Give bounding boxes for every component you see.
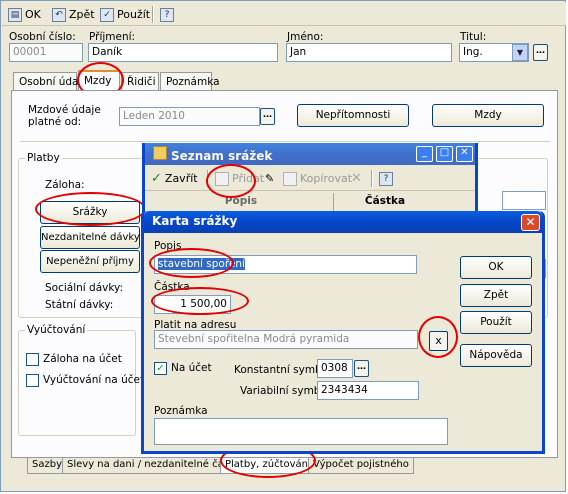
minimize-icon[interactable]: _ <box>416 146 433 162</box>
surname-field[interactable]: Daník <box>88 43 278 62</box>
state-benefits-label: Státní dávky: <box>45 299 114 311</box>
payments-group-label: Platby <box>25 152 62 164</box>
note-label: Poznámka <box>154 405 208 417</box>
note-textarea[interactable] <box>154 418 448 445</box>
period-field[interactable]: Leden 2010 <box>119 107 260 126</box>
toolbar-separator <box>152 6 154 23</box>
tab-payments-settlement[interactable]: Platby, zúčtování <box>220 458 316 474</box>
edit-deduction-button[interactable]: ✎ <box>265 170 274 187</box>
close-list-button[interactable]: ✓ Zavřít <box>151 170 198 187</box>
app-icon <box>153 146 167 160</box>
description-label: Popis <box>154 240 182 252</box>
firstname-label: Jméno: <box>287 31 324 43</box>
tab-wages[interactable]: Mzdy <box>78 70 120 91</box>
copy-icon <box>283 171 297 186</box>
social-benefits-label: Sociální dávky: <box>45 282 124 294</box>
constant-symbol-field[interactable]: 0308 <box>317 359 353 378</box>
main-toolbar: ▤ OK ↶ Zpět ✓ Použít ? <box>2 2 566 26</box>
personal-number-field[interactable]: 00001 <box>9 43 83 62</box>
to-account-checkbox[interactable]: ✓ <box>154 362 167 375</box>
add-deduction-label: Přidat <box>232 172 265 185</box>
help-icon: ? <box>379 171 393 186</box>
list-help-button[interactable]: ? <box>379 170 393 187</box>
advance-to-account-checkbox[interactable] <box>26 353 39 366</box>
period-picker-button[interactable]: … <box>260 108 275 125</box>
close-icon[interactable]: ✕ <box>456 146 473 162</box>
settlement-group: Vyúčtování Záloha na účet Vyúčtování na … <box>18 324 144 436</box>
deduction-card-title: Karta srážky <box>152 214 238 228</box>
title-more-button[interactable]: … <box>533 44 548 61</box>
undo-icon: ↶ <box>52 7 66 22</box>
address-field[interactable]: Stevební spořitelna Modrá pyramida <box>154 330 418 349</box>
save-icon: ▤ <box>8 7 22 22</box>
divider <box>20 141 550 142</box>
tab-drivers[interactable]: Řidiči <box>121 72 159 91</box>
help-button[interactable]: Nápověda <box>460 344 532 367</box>
maximize-icon[interactable]: □ <box>436 146 453 162</box>
wages-button[interactable]: Mzdy <box>432 104 544 127</box>
apply-icon: ✓ <box>100 7 114 22</box>
to-account-label: Na účet <box>171 362 212 374</box>
tab-rates[interactable]: Sazby <box>27 458 67 474</box>
settlement-to-account-checkbox[interactable] <box>26 374 39 387</box>
deductions-list-toolbar: ✓ Zavřít Přidat ✎ Kopírovat ✕ ? <box>145 167 475 191</box>
deductions-list-title: Seznam srážek <box>171 149 273 163</box>
edit-icon: ✎ <box>265 172 275 185</box>
description-field[interactable]: stavební spoření <box>154 255 417 274</box>
settlement-to-account-label: Vyúčtování na účet <box>43 374 145 386</box>
deductions-table-header: Popis Částka <box>149 193 475 211</box>
col-description[interactable]: Popis <box>149 193 334 211</box>
advance-field[interactable] <box>502 191 546 210</box>
check-icon: ✓ <box>151 171 162 186</box>
tab-personal[interactable]: Osobní údaje <box>13 72 88 91</box>
clear-address-button[interactable]: x <box>429 331 448 351</box>
copy-deduction-label: Kopírovat <box>300 172 353 185</box>
col-amount[interactable]: Částka <box>335 193 435 211</box>
ok-label: OK <box>25 8 41 21</box>
settlement-group-label: Vyúčtování <box>25 324 88 336</box>
description-value: stavební spoření <box>158 258 245 270</box>
variable-symbol-field[interactable]: 2343434 <box>317 381 419 400</box>
title-label: Titul: <box>460 31 487 43</box>
chevron-down-icon[interactable]: ▼ <box>512 44 528 61</box>
delete-icon[interactable]: ✕ <box>351 170 362 187</box>
deductions-button[interactable]: Srážky <box>40 201 140 224</box>
surname-label: Příjmení: <box>89 31 136 43</box>
absences-button[interactable]: Nepřítomnosti <box>297 104 409 127</box>
back-button[interactable]: ↶ Zpět <box>52 6 95 23</box>
copy-deduction-button[interactable]: Kopírovat <box>283 170 352 187</box>
help-button[interactable]: ? <box>160 6 174 23</box>
add-deduction-button[interactable]: Přidat <box>215 170 264 187</box>
amount-label: Částka <box>154 281 190 293</box>
tab-insurance-calc[interactable]: Výpočet pojistného <box>308 458 414 474</box>
toolbar-separator <box>207 170 209 187</box>
noncash-button[interactable]: Nepeněžní příjmy <box>40 250 140 273</box>
advance-to-account-label: Záloha na účet <box>43 353 122 365</box>
period-label-2: platné od: <box>28 116 82 128</box>
tab-note[interactable]: Poznámka <box>160 72 220 91</box>
personal-number-label: Osobní číslo: <box>9 31 76 43</box>
amount-field[interactable]: 1 500,00 <box>154 295 231 314</box>
period-label-1: Mzdové údaje <box>28 104 101 116</box>
employee-window: ▤ OK ↶ Zpět ✓ Použít ? Osobní číslo: 00001 … <box>0 0 566 492</box>
apply-button[interactable]: Použít <box>460 311 532 334</box>
new-icon <box>215 171 229 186</box>
apply-label: Použít <box>117 8 151 21</box>
apply-button[interactable]: ✓ Použít <box>100 6 150 23</box>
deduction-card-dialog: Karta srážky ✕ Popis stavební spoření Čá… <box>141 211 545 454</box>
close-list-label: Zavřít <box>164 172 198 185</box>
close-icon[interactable]: ✕ <box>521 214 540 231</box>
back-label: Zpět <box>69 8 95 21</box>
firstname-field[interactable]: Jan <box>286 43 452 62</box>
ok-button[interactable]: ▤ OK <box>8 6 41 23</box>
deduction-card-titlebar: Karta srážky <box>144 211 542 233</box>
back-button[interactable]: Zpět <box>460 284 532 307</box>
nontaxable-button[interactable]: Nezdanitelné dávky <box>40 226 140 249</box>
constant-symbol-picker[interactable]: … <box>354 360 369 377</box>
help-icon: ? <box>160 7 174 22</box>
toolbar-separator <box>371 170 373 187</box>
advance-label: Záloha: <box>45 179 85 191</box>
ok-button[interactable]: OK <box>460 256 532 279</box>
